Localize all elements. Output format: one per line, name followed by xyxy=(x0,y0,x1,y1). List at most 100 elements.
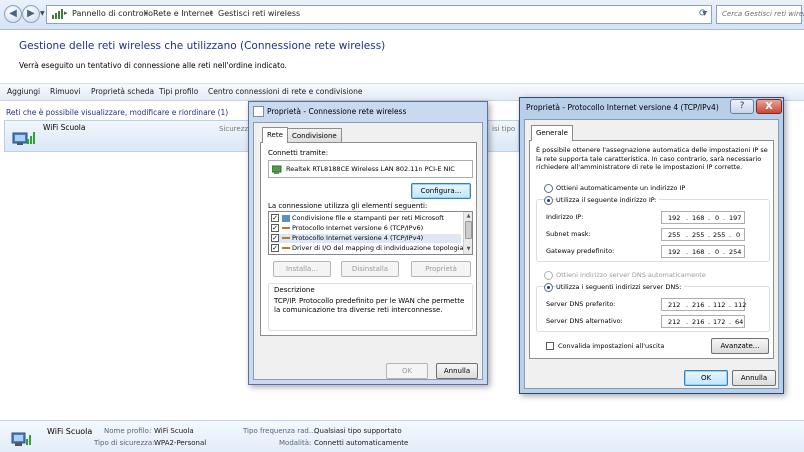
octet-dot: . xyxy=(686,301,689,309)
alternate-dns-field[interactable]: 212. 216. 172. 64 xyxy=(661,315,745,328)
items-list[interactable]: ✓ Condivisione file e stampanti per reti… xyxy=(268,211,473,255)
list-item[interactable]: ✓ Protocollo Internet versione 6 (TCP/IP… xyxy=(271,224,461,233)
tab-sharing[interactable]: Condivisione xyxy=(287,128,342,143)
protocol-icon xyxy=(282,237,290,239)
list-item[interactable]: ✓ Condivisione file e stampanti per reti… xyxy=(271,214,461,223)
protocol-icon xyxy=(282,227,290,229)
octet-dot: . xyxy=(686,318,689,326)
cancel-button[interactable]: Annulla xyxy=(436,363,478,379)
install-button[interactable]: Installa... xyxy=(273,261,331,277)
breadcrumb-control-panel[interactable]: Pannello di controllo xyxy=(72,9,153,18)
description-group: Descrizione TCP/IP. Protocollo predefini… xyxy=(268,283,473,331)
checkbox[interactable]: ✓ xyxy=(271,234,279,242)
octet-dot: . xyxy=(729,318,732,326)
network-list-header: Reti che è possibile visualizzare, modif… xyxy=(6,108,229,117)
subnet-mask-field[interactable]: 255. 255. 255. 0 xyxy=(661,228,745,241)
description-text: TCP/IP. Protocollo predefinito per le WA… xyxy=(274,297,465,314)
back-button[interactable]: ◀ xyxy=(4,5,22,23)
description-title: Descrizione xyxy=(274,286,315,294)
connection-properties-dialog: Proprietà - Connessione rete wireless Re… xyxy=(248,101,488,385)
profile-types-button[interactable]: Tipi profilo xyxy=(159,87,198,96)
recent-pages-dropdown-icon[interactable]: ▼ xyxy=(40,10,45,17)
details-pane: WiFi Scuola Nome profilo: WiFi Scuola Ti… xyxy=(0,420,804,452)
uninstall-button[interactable]: Disinstalla xyxy=(341,261,399,277)
wireless-network-icon xyxy=(12,132,35,145)
adapter-properties-button[interactable]: Proprietà scheda xyxy=(91,87,154,96)
address-field[interactable]: ▸ Pannello di controllo ▸ Rete e Interne… xyxy=(46,5,712,24)
checkbox[interactable]: ✓ xyxy=(271,214,279,222)
checkbox[interactable]: ✓ xyxy=(271,224,279,232)
subnet-mask-label: Subnet mask: xyxy=(546,230,591,238)
list-item-selected[interactable]: ✓ Protocollo Internet versione 4 (TCP/IP… xyxy=(271,234,461,243)
checkbox[interactable]: ✓ xyxy=(271,244,279,252)
dns1-octet: 216 xyxy=(692,301,705,309)
tab-panel-network: Connetti tramite: Realtek RTL8188CE Wire… xyxy=(260,142,477,336)
network-center-button[interactable]: Centro connessioni di rete e condivision… xyxy=(208,87,362,96)
manual-dns-radio[interactable] xyxy=(544,283,553,292)
refresh-icon[interactable]: ⟳ xyxy=(699,8,707,19)
dialog-body: Rete Condivisione Connetti tramite: Real… xyxy=(253,122,483,380)
properties-button[interactable]: Proprietà xyxy=(411,261,471,277)
scroll-thumb[interactable] xyxy=(465,221,472,239)
breadcrumb-network-internet[interactable]: Rete e Internet xyxy=(153,9,213,18)
tab-network[interactable]: Rete xyxy=(262,127,288,143)
gateway-label: Gateway predefinito: xyxy=(546,247,615,255)
manual-ip-radio[interactable] xyxy=(544,196,553,205)
gateway-field[interactable]: 192. 168. 0. 254 xyxy=(661,245,745,258)
octet-dot: . xyxy=(723,214,726,222)
octet-dot: . xyxy=(729,231,732,239)
search-input[interactable]: Cerca Gestisci reti wireless xyxy=(716,5,804,24)
breadcrumb-separator: ▸ xyxy=(64,9,68,17)
dialog-titlebar[interactable]: Proprietà - Protocollo Internet versione… xyxy=(520,98,783,118)
remove-button[interactable]: Rimuovi xyxy=(50,87,80,96)
ip-octet: 0 xyxy=(715,214,720,222)
scroll-down-icon[interactable]: ▼ xyxy=(465,246,472,253)
scroll-up-icon[interactable]: ▲ xyxy=(465,213,472,220)
dialog-titlebar[interactable]: Proprietà - Connessione rete wireless xyxy=(249,102,487,122)
close-button[interactable]: X xyxy=(756,99,782,114)
radio-type-label: Tipo frequenza rad... xyxy=(243,427,316,435)
dns1-octet: 112 xyxy=(713,301,726,309)
ip-octet: 197 xyxy=(729,214,742,222)
auto-ip-radio[interactable] xyxy=(544,184,553,193)
list-item[interactable]: ✓ Driver di I/O del mapping di individua… xyxy=(271,244,472,253)
breadcrumb-manage-wireless[interactable]: Gestisci reti wireless xyxy=(218,9,300,18)
octet-dot: . xyxy=(723,248,726,256)
ok-button[interactable]: OK xyxy=(386,363,428,379)
octet-dot: . xyxy=(686,214,689,222)
octet-dot: . xyxy=(686,231,689,239)
validate-checkbox[interactable] xyxy=(546,342,554,350)
preferred-dns-label: Server DNS preferito: xyxy=(546,300,616,308)
ip-octet: 192 xyxy=(668,214,681,222)
security-type-value: WPA2-Personal xyxy=(154,439,207,447)
dialog-body: Generale È possibile ottenere l'assegnaz… xyxy=(524,119,779,389)
validate-label: Convalida impostazioni all'uscita xyxy=(558,342,665,350)
octet-dot: . xyxy=(708,248,711,256)
radio-type-value: Qualsiasi tipo supportato xyxy=(314,427,402,435)
breadcrumb-separator: ▸ xyxy=(210,9,214,17)
add-button[interactable]: Aggiungi xyxy=(7,87,40,96)
octet-dot: . xyxy=(686,248,689,256)
configure-button[interactable]: Configura... xyxy=(411,183,471,199)
advanced-button[interactable]: Avanzate... xyxy=(711,338,769,354)
ipv4-properties-dialog: Proprietà - Protocollo Internet versione… xyxy=(519,97,784,394)
forward-button[interactable]: ▶ xyxy=(22,5,40,23)
items-scrollbar[interactable]: ▲ ▼ xyxy=(463,212,472,254)
breadcrumb-separator: ▸ xyxy=(145,9,149,17)
address-bar: ◀ ▶ ▼ ▸ Pannello di controllo ▸ Rete e I… xyxy=(0,0,804,30)
dns2-octet: 172 xyxy=(713,318,726,326)
octet-dot: . xyxy=(708,214,711,222)
network-adapter-icon xyxy=(253,106,264,117)
preferred-dns-field[interactable]: 212. 216. 112. 112 xyxy=(661,298,746,311)
octet-dot: . xyxy=(708,301,711,309)
ip-address-field[interactable]: 192. 168. 0. 197 xyxy=(661,211,745,224)
auto-dns-radio[interactable] xyxy=(544,271,553,280)
page-title: Gestione delle reti wireless che utilizz… xyxy=(19,40,386,52)
cancel-button[interactable]: Annulla xyxy=(732,370,776,386)
ip-address-label: Indirizzo IP: xyxy=(546,213,584,221)
ok-button[interactable]: OK xyxy=(684,370,728,386)
help-button[interactable]: ? xyxy=(730,99,754,114)
auto-dns-label: Ottieni indirizzo server DNS automaticam… xyxy=(556,271,706,279)
alternate-dns-label: Server DNS alternativo: xyxy=(546,317,623,325)
tab-general[interactable]: Generale xyxy=(531,125,573,141)
